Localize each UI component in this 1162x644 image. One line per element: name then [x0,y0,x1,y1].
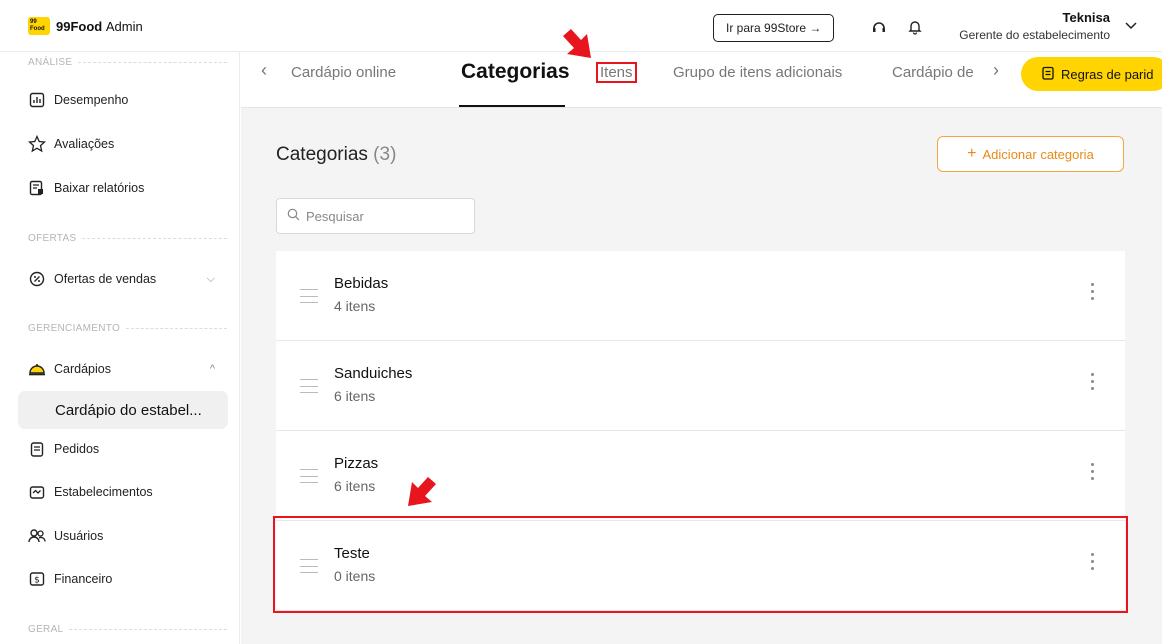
category-item-count: 6 itens [334,478,376,494]
section-label: ANÁLISE [28,56,73,68]
category-item-count: 4 itens [334,298,376,314]
tabs-prev-icon[interactable]: ‹ [261,60,267,81]
drag-handle-icon[interactable] [300,379,318,393]
brand-main: 99Food [56,18,103,34]
section-label: GERAL [28,623,64,635]
search-placeholder: Pesquisar [306,208,364,224]
tab-categorias[interactable]: Categorias [461,60,570,84]
users-icon [28,527,46,545]
rules-button[interactable]: Regras de parid [1021,57,1162,91]
go-to-store-button[interactable]: Ir para 99Store → [713,14,835,42]
tab-cardapio-de[interactable]: Cardápio de [892,64,974,81]
category-name: Pizzas [334,455,379,472]
logo-badge: 99 Food [28,17,50,35]
tab-cardapio-online[interactable]: Cardápio online [291,64,396,81]
brand-name: 99Food Admin [56,19,143,34]
user-role: Gerente do estabelecimento [959,28,1110,42]
active-tab-indicator [459,105,565,107]
add-category-button[interactable]: + Adicionar categoria [937,136,1124,172]
percent-icon [28,270,46,288]
sidebar-item-usuarios[interactable]: Usuários [28,524,225,548]
logo[interactable]: 99 Food 99Food Admin [28,17,143,35]
sidebar-item-cardapios[interactable]: Cardápios ^ [28,357,225,381]
drag-handle-icon[interactable] [300,469,318,483]
category-count: (3) [373,144,397,165]
page-title-text: Categorias [276,144,368,165]
more-options-icon[interactable] [1089,283,1095,300]
category-name: Sanduiches [334,365,413,382]
sidebar-item-label: Cardápios [54,362,111,376]
category-name: Bebidas [334,275,389,292]
money-icon: $ [28,570,46,588]
category-item-count: 0 itens [334,568,376,584]
brand-suffix: Admin [105,18,143,34]
drag-handle-icon[interactable] [300,289,318,303]
section-label: GERENCIAMENTO [28,322,121,334]
tabs-next-icon[interactable]: › [993,60,999,81]
chevron-down-icon[interactable] [1125,20,1137,32]
report-icon [28,179,46,197]
sidebar-item-financeiro[interactable]: $ Financeiro [28,567,225,591]
search-input[interactable]: Pesquisar [276,198,475,234]
headset-icon[interactable] [870,18,888,36]
add-category-label: Adicionar categoria [982,146,1094,162]
sidebar-subitem-cardapio-estabelecimento[interactable]: Cardápio do estabel... [18,391,228,429]
search-icon [287,208,300,224]
plus-icon: + [967,145,977,162]
sidebar-item-avaliacoes[interactable]: Avaliações [28,132,225,156]
tab-itens[interactable]: Itens [596,62,637,83]
category-list: Bebidas 4 itens Sanduiches 6 itens Pizza… [276,251,1125,611]
sidebar-item-label: Baixar relatórios [54,181,145,195]
section-ofertas: OFERTAS [28,231,227,245]
list-item[interactable]: Sanduiches 6 itens [276,341,1125,431]
sidebar: ANÁLISE Desempenho Avaliações Baixar rel… [0,52,240,644]
store-icon [28,483,46,501]
tabs-bar: ‹ Cardápio online Categorias Itens Grupo… [241,52,1162,108]
sidebar-item-ofertas[interactable]: Ofertas de vendas ⌵ [28,267,225,291]
page-title: Categorias (3) [276,144,396,166]
main-content: Categorias (3) + Adicionar categoria Pes… [241,108,1162,644]
bell-icon[interactable] [906,18,924,36]
more-options-icon[interactable] [1089,373,1095,390]
list-item[interactable]: Teste 0 itens [276,521,1125,611]
sidebar-item-label: Estabelecimentos [54,485,153,499]
chevron-up-icon[interactable]: ^ [210,363,215,375]
more-options-icon[interactable] [1089,463,1095,480]
list-item[interactable]: Bebidas 4 itens [276,251,1125,341]
section-analise: ANÁLISE [28,55,227,69]
sidebar-item-estabelecimentos[interactable]: Estabelecimentos [28,480,225,504]
sidebar-item-label: Desempenho [54,93,129,107]
section-gerenciamento: GERENCIAMENTO [28,321,227,335]
section-label: OFERTAS [28,232,77,244]
sidebar-item-desempenho[interactable]: Desempenho [28,88,225,112]
sidebar-item-label: Ofertas de vendas [54,272,157,286]
user-info[interactable]: Teknisa Gerente do estabelecimento [959,10,1110,42]
sidebar-item-label: Financeiro [54,572,113,586]
clipboard-icon [28,440,46,458]
user-name: Teknisa [1062,10,1110,25]
sidebar-item-relatorios[interactable]: Baixar relatórios [28,176,225,200]
sidebar-item-label: Pedidos [54,442,100,456]
cloche-icon [28,360,46,378]
rules-button-label: Regras de parid [1061,66,1154,82]
sidebar-item-label: Avaliações [54,137,115,151]
category-name: Teste [334,545,370,562]
annotation-arrow-icon [408,477,436,506]
annotation-arrow-icon [563,29,591,58]
drag-handle-icon[interactable] [300,559,318,573]
category-item-count: 6 itens [334,388,376,404]
section-geral: GERAL [28,622,227,636]
star-icon [28,135,46,153]
chart-icon [28,91,46,109]
sidebar-item-pedidos[interactable]: Pedidos [28,437,225,461]
sidebar-item-label: Usuários [54,529,104,543]
chevron-down-icon[interactable]: ⌵ [207,273,215,286]
clipboard-icon [1041,66,1055,83]
more-options-icon[interactable] [1089,553,1095,570]
svg-text:$: $ [34,576,40,586]
tab-grupo-itens-adicionais[interactable]: Grupo de itens adicionais [673,64,842,81]
